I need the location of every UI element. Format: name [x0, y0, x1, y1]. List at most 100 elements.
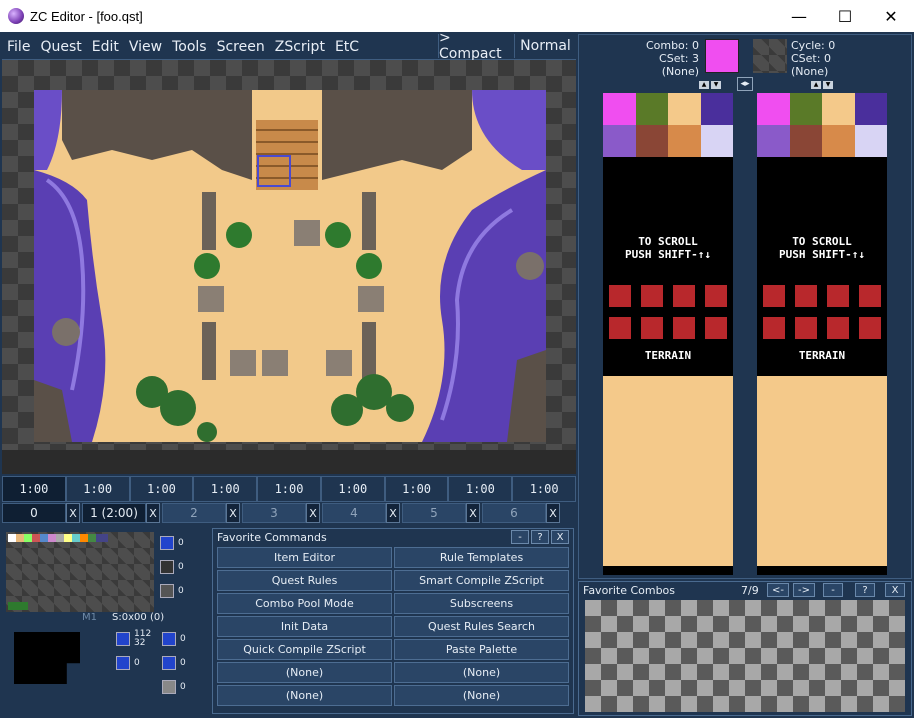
layer-3-toggle[interactable]: X [306, 503, 320, 523]
cmd-none-3[interactable]: (None) [217, 685, 392, 706]
layer-6[interactable]: 6 [482, 503, 546, 523]
item-icon-i[interactable] [162, 680, 176, 694]
layer-5-toggle[interactable]: X [466, 503, 480, 523]
cycle-label: Cycle: 0 [791, 39, 836, 52]
cmd-item-editor[interactable]: Item Editor [217, 547, 392, 568]
cmd-combo-pool-mode[interactable]: Combo Pool Mode [217, 593, 392, 614]
scroll-hint-2: PUSH SHIFT-↑↓ [624, 248, 712, 261]
cmd-none-1[interactable]: (None) [217, 662, 392, 683]
swap-lists-icon[interactable]: ◂▸ [737, 77, 753, 91]
item-icon-e[interactable] [116, 632, 130, 646]
layer-4-toggle[interactable]: X [386, 503, 400, 523]
item-count-c: 0 [178, 586, 184, 596]
minimize-button[interactable]: — [776, 0, 822, 32]
item-icon-a[interactable] [160, 536, 174, 550]
mode-button[interactable]: Normal [514, 34, 576, 58]
menu-etc[interactable]: EtC [330, 39, 364, 55]
layer-1[interactable]: 1 (2:00) [82, 503, 146, 523]
tab-screen-6[interactable]: 1:00 [320, 476, 385, 502]
menu-tools[interactable]: Tools [167, 39, 212, 55]
combo-down-arrow[interactable]: ▼ [711, 81, 721, 89]
cmd-paste-palette[interactable]: Paste Palette [394, 639, 569, 660]
cycle-down-arrow[interactable]: ▼ [823, 81, 833, 89]
item-icon-g[interactable] [162, 632, 176, 646]
item-icon-c[interactable] [160, 584, 174, 598]
tab-screen-8[interactable]: 1:00 [448, 476, 513, 502]
fav-combos-prev-button[interactable]: <- [767, 583, 789, 597]
layer-bar: 0X 1 (2:00) X 2X 3X 4X 5X 6X [2, 503, 576, 525]
fav-cmd-minus-button[interactable]: - [511, 530, 529, 544]
layer-0-toggle[interactable]: X [66, 503, 80, 523]
layer-1-toggle[interactable]: X [146, 503, 160, 523]
fav-combos-minus-button[interactable]: - [823, 583, 843, 597]
layer-3[interactable]: 3 [242, 503, 306, 523]
cmd-none-4[interactable]: (None) [394, 685, 569, 706]
cmd-init-data[interactable]: Init Data [217, 616, 392, 637]
minimap-palette [8, 534, 108, 542]
cmd-rule-templates[interactable]: Rule Templates [394, 547, 569, 568]
layer-6-toggle[interactable]: X [546, 503, 560, 523]
fav-combos-next-button[interactable]: -> [793, 583, 815, 597]
layer-4[interactable]: 4 [322, 503, 386, 523]
menu-file[interactable]: File [2, 39, 35, 55]
cmd-quest-rules-search[interactable]: Quest Rules Search [394, 616, 569, 637]
favorite-combos-count: 7/9 [741, 584, 759, 597]
layer-5[interactable]: 5 [402, 503, 466, 523]
cmd-none-2[interactable]: (None) [394, 662, 569, 683]
tab-screen-2[interactable]: 1:00 [65, 476, 130, 502]
favorite-commands-panel: Favorite Commands - ? X Item Editor Rule… [212, 528, 574, 714]
scroll-hint-2b: PUSH SHIFT-↑↓ [778, 248, 866, 261]
tab-screen-5[interactable]: 1:00 [257, 476, 321, 502]
minimap-panel: M1 S:0x00 (0) 0 0 0 112 32 0 0 0 0 [2, 528, 208, 716]
layer-2-toggle[interactable]: X [226, 503, 240, 523]
tab-screen-1[interactable]: 1:00 [2, 476, 66, 502]
item-count-b: 0 [178, 562, 184, 572]
favorite-combos-panel: Favorite Combos 7/9 <- -> - ? X [578, 581, 912, 716]
title-bar: ZC Editor - [foo.qst] — ☐ ✕ [0, 0, 914, 32]
fav-cmd-close-button[interactable]: X [551, 530, 569, 544]
cycle-type-label: (None) [791, 65, 829, 78]
tab-screen-9[interactable]: 1:00 [512, 476, 577, 502]
menu-view[interactable]: View [124, 39, 167, 55]
combo-up-arrow[interactable]: ▲ [699, 81, 709, 89]
fav-combos-close-button[interactable]: X [885, 583, 905, 597]
cmd-quick-compile[interactable]: Quick Compile ZScript [217, 639, 392, 660]
menu-quest[interactable]: Quest [35, 39, 86, 55]
scroll-hint-1: TO SCROLL [638, 235, 698, 248]
combo-list-left[interactable]: TO SCROLL PUSH SHIFT-↑↓ TERRAIN [603, 93, 733, 575]
compact-button[interactable]: > Compact [438, 30, 514, 62]
item-count-f: 0 [134, 658, 140, 668]
terrain-label: TERRAIN [644, 349, 692, 362]
layer-2[interactable]: 2 [162, 503, 226, 523]
screen-label: S:0x00 [112, 612, 147, 623]
fav-cmd-help-button[interactable]: ? [531, 530, 549, 544]
item-icon-b[interactable] [160, 560, 174, 574]
cmd-quest-rules[interactable]: Quest Rules [217, 570, 392, 591]
menu-edit[interactable]: Edit [87, 39, 124, 55]
item-icon-h[interactable] [162, 656, 176, 670]
combo-list-right[interactable]: TO SCROLL PUSH SHIFT-↑↓ TERRAIN [757, 93, 887, 575]
cmd-subscreens[interactable]: Subscreens [394, 593, 569, 614]
fav-combos-help-button[interactable]: ? [855, 583, 875, 597]
tab-screen-3[interactable]: 1:00 [129, 476, 194, 502]
selected-combo-swatch[interactable] [705, 39, 739, 73]
item-count-i: 0 [180, 682, 186, 692]
map-view[interactable] [2, 60, 576, 474]
screen-tabs: 1:00 1:00 1:00 1:00 1:00 1:00 1:00 1:00 … [2, 476, 577, 502]
close-button[interactable]: ✕ [868, 0, 914, 32]
favorite-combos-grid[interactable] [585, 600, 905, 712]
item-icon-f[interactable] [116, 656, 130, 670]
maximize-button[interactable]: ☐ [822, 0, 868, 32]
menu-zscript[interactable]: ZScript [270, 39, 330, 55]
cycle-up-arrow[interactable]: ▲ [811, 81, 821, 89]
cmd-smart-compile[interactable]: Smart Compile ZScript [394, 570, 569, 591]
cycle-combo-swatch[interactable] [753, 39, 787, 73]
tab-screen-7[interactable]: 1:00 [384, 476, 449, 502]
menu-screen[interactable]: Screen [212, 39, 270, 55]
minimap[interactable] [6, 532, 154, 612]
tab-screen-4[interactable]: 1:00 [193, 476, 258, 502]
palette-swatches [603, 93, 733, 157]
terrain-tiles [603, 376, 733, 566]
layer-0[interactable]: 0 [2, 503, 66, 523]
favorite-combos-title: Favorite Combos [583, 584, 676, 597]
